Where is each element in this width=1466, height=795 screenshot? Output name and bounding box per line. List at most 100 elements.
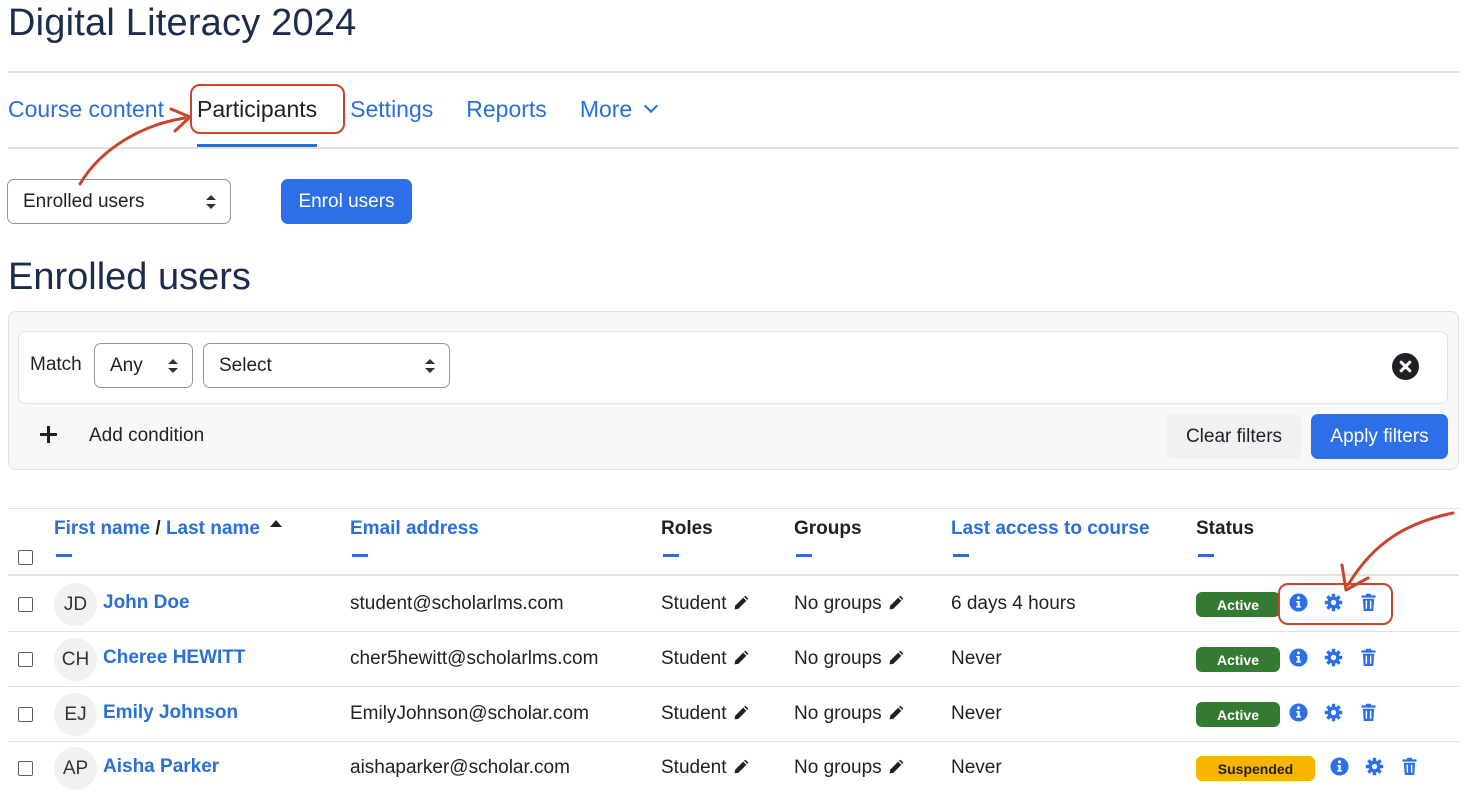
avatar: AP bbox=[54, 747, 97, 790]
avatar-initials: AP bbox=[62, 757, 89, 779]
participant-last-access: Never bbox=[951, 757, 1002, 778]
match-select[interactable]: Any bbox=[94, 343, 193, 388]
participant-name-link[interactable]: Aisha Parker bbox=[103, 756, 219, 778]
select-arrows-icon bbox=[168, 358, 178, 373]
status-badge: Active bbox=[1196, 592, 1280, 617]
header-status: Status bbox=[1196, 518, 1255, 539]
match-select-value: Any bbox=[110, 354, 143, 376]
groups-label: No groups bbox=[794, 703, 882, 724]
close-circle-icon[interactable] bbox=[1392, 353, 1419, 380]
table-header: First name / Last name Email address Rol… bbox=[8, 508, 1459, 576]
role-label: Student bbox=[661, 757, 727, 778]
participants-highlight bbox=[190, 84, 345, 134]
pencil-icon[interactable] bbox=[888, 704, 905, 721]
participant-role: Student bbox=[661, 703, 750, 725]
participant-groups: No groups bbox=[794, 648, 905, 670]
tab-more-label: More bbox=[579, 96, 633, 122]
collapse-groups-column[interactable] bbox=[796, 554, 812, 557]
pencil-icon[interactable] bbox=[733, 704, 750, 721]
actions-highlight bbox=[1278, 583, 1393, 625]
gear-icon[interactable] bbox=[1324, 703, 1343, 722]
tab-more[interactable]: More bbox=[579, 88, 659, 148]
pencil-icon[interactable] bbox=[733, 649, 750, 666]
select-all-checkbox[interactable] bbox=[18, 550, 33, 565]
chevron-down-icon bbox=[644, 98, 659, 114]
tab-reports[interactable]: Reports bbox=[466, 88, 547, 148]
participant-name-link[interactable]: John Doe bbox=[103, 592, 190, 614]
avatar: EJ bbox=[54, 693, 97, 736]
participant-email: student@scholarlms.com bbox=[350, 593, 564, 614]
info-icon[interactable] bbox=[1289, 703, 1308, 722]
participant-role: Student bbox=[661, 593, 750, 615]
collapse-name-column[interactable] bbox=[56, 554, 72, 557]
caret-up-icon bbox=[269, 520, 282, 527]
sort-last-access[interactable]: Last access to course bbox=[951, 518, 1150, 540]
participant-email: aishaparker@scholar.com bbox=[350, 757, 570, 778]
row-checkbox[interactable] bbox=[18, 652, 33, 667]
avatar-initials: JD bbox=[63, 593, 88, 615]
sort-last-name[interactable]: Last name bbox=[166, 518, 260, 539]
info-icon[interactable] bbox=[1330, 757, 1349, 776]
clear-filters-button[interactable]: Clear filters bbox=[1167, 414, 1301, 459]
avatar: CH bbox=[54, 638, 97, 681]
status-badge: Active bbox=[1196, 647, 1280, 672]
table-row: CH Cheree HEWITT cher5hewitt@scholarlms.… bbox=[8, 632, 1459, 687]
role-label: Student bbox=[661, 648, 727, 669]
trash-icon[interactable] bbox=[1359, 648, 1378, 667]
pencil-icon[interactable] bbox=[888, 594, 905, 611]
nav-divider bbox=[8, 147, 1459, 149]
header-roles: Roles bbox=[661, 518, 713, 539]
apply-filters-button[interactable]: Apply filters bbox=[1311, 414, 1448, 459]
info-icon[interactable] bbox=[1289, 648, 1308, 667]
table-row: JD John Doe student@scholarlms.com Stude… bbox=[8, 577, 1459, 632]
row-checkbox[interactable] bbox=[18, 761, 33, 776]
trash-icon[interactable] bbox=[1400, 757, 1419, 776]
participant-last-access: Never bbox=[951, 648, 1002, 669]
header-separator: / bbox=[155, 518, 161, 539]
participant-name-link[interactable]: Emily Johnson bbox=[103, 702, 238, 724]
header-groups: Groups bbox=[794, 518, 862, 539]
participant-role: Student bbox=[661, 648, 750, 670]
role-label: Student bbox=[661, 703, 727, 724]
participant-last-access: 6 days 4 hours bbox=[951, 593, 1076, 614]
gear-icon[interactable] bbox=[1365, 757, 1384, 776]
course-title: Digital Literacy 2024 bbox=[8, 2, 357, 44]
add-condition-button[interactable]: Add condition bbox=[89, 425, 204, 447]
collapse-email-column[interactable] bbox=[352, 554, 368, 557]
gear-icon[interactable] bbox=[1324, 648, 1343, 667]
tab-settings[interactable]: Settings bbox=[350, 88, 433, 148]
row-checkbox[interactable] bbox=[18, 597, 33, 612]
header-name: First name / Last name bbox=[54, 518, 282, 540]
condition-type-select[interactable]: Select bbox=[203, 343, 450, 388]
trash-icon[interactable] bbox=[1359, 703, 1378, 722]
sort-first-name[interactable]: First name bbox=[54, 518, 150, 539]
participant-role: Student bbox=[661, 757, 750, 779]
select-arrows-icon bbox=[425, 358, 435, 373]
tab-course-content[interactable]: Course content bbox=[8, 88, 164, 148]
sort-email[interactable]: Email address bbox=[350, 518, 479, 540]
table-row: EJ Emily Johnson EmilyJohnson@scholar.co… bbox=[8, 687, 1459, 742]
groups-label: No groups bbox=[794, 593, 882, 614]
plus-icon[interactable] bbox=[40, 426, 57, 443]
collapse-roles-column[interactable] bbox=[663, 554, 679, 557]
view-select-value: Enrolled users bbox=[23, 190, 145, 212]
status-badge: Suspended bbox=[1196, 756, 1315, 781]
view-select[interactable]: Enrolled users bbox=[7, 179, 231, 224]
participant-email: cher5hewitt@scholarlms.com bbox=[350, 648, 599, 669]
collapse-last-access-column[interactable] bbox=[953, 554, 969, 557]
participant-groups: No groups bbox=[794, 703, 905, 725]
collapse-status-column[interactable] bbox=[1198, 554, 1214, 557]
pencil-icon[interactable] bbox=[733, 758, 750, 775]
participant-email: EmilyJohnson@scholar.com bbox=[350, 703, 589, 724]
pencil-icon[interactable] bbox=[888, 758, 905, 775]
participant-name-link[interactable]: Cheree HEWITT bbox=[103, 647, 246, 669]
match-label: Match bbox=[30, 354, 82, 375]
role-label: Student bbox=[661, 593, 727, 614]
groups-label: No groups bbox=[794, 757, 882, 778]
enrol-users-button[interactable]: Enrol users bbox=[281, 179, 412, 224]
pencil-icon[interactable] bbox=[733, 594, 750, 611]
pencil-icon[interactable] bbox=[888, 649, 905, 666]
avatar-initials: EJ bbox=[64, 703, 87, 725]
row-checkbox[interactable] bbox=[18, 707, 33, 722]
avatar-initials: CH bbox=[61, 648, 90, 670]
